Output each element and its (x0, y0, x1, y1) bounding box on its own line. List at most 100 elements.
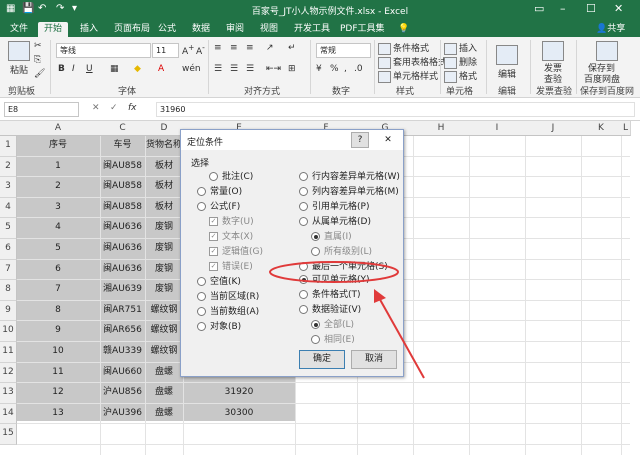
right-option[interactable]: 数据验证(V) (299, 302, 361, 315)
formula-input[interactable]: 31960 (156, 102, 635, 117)
ribbon-options-icon[interactable]: ▭ (534, 2, 544, 15)
cell-a[interactable]: 10 (16, 342, 100, 362)
maximize-icon[interactable]: ☐ (586, 2, 596, 15)
cell-a[interactable]: 7 (16, 280, 100, 300)
tab-insert[interactable]: 插入 (74, 22, 104, 37)
cell-a[interactable]: 4 (16, 218, 100, 238)
italic-icon[interactable]: I (72, 64, 75, 74)
row-header[interactable]: 5 (0, 218, 17, 239)
cell-c[interactable]: 闽AR751 (100, 301, 145, 321)
tab-developer[interactable]: 开发工具 (288, 22, 336, 37)
right-option[interactable]: 从属单元格(D) (299, 214, 371, 227)
bold-icon[interactable]: B (58, 64, 65, 74)
font-name-box[interactable]: 等线 (56, 43, 151, 58)
row-header[interactable]: 1 (0, 136, 17, 157)
align-top-icon[interactable]: ≡ (214, 43, 222, 53)
left-option[interactable]: 批注(C) (209, 169, 253, 182)
editing-icon[interactable] (496, 45, 518, 65)
cell-c[interactable]: 闽AU858 (100, 177, 145, 197)
col-header-l[interactable]: L (621, 121, 631, 136)
tab-data[interactable]: 数据 (186, 22, 216, 37)
insert-function-icon[interactable]: fx (128, 103, 137, 113)
cut-icon[interactable]: ✂ (34, 41, 42, 51)
merge-center-icon[interactable]: ⊞ (288, 64, 296, 74)
paste-label[interactable]: 粘贴 (10, 63, 28, 76)
copy-icon[interactable]: ⎘ (34, 55, 41, 65)
right-option[interactable]: 行内容差异单元格(W) (299, 169, 400, 182)
redo-icon[interactable]: ↷ (56, 3, 64, 14)
customize-qat-icon[interactable]: ▾ (72, 3, 77, 14)
editing-label[interactable]: 编辑 (498, 67, 516, 80)
cell-a[interactable]: 序号 (16, 136, 100, 156)
font-size-box[interactable]: 11 (152, 43, 179, 58)
cancel-formula-icon[interactable]: ✕ (92, 103, 100, 113)
comma-icon[interactable]: , (344, 64, 347, 74)
cell-d[interactable]: 板材 (145, 157, 183, 177)
cell-c[interactable]: 沪AU396 (100, 404, 145, 424)
cell-d[interactable]: 螺纹钢 (145, 301, 183, 321)
indent-icon[interactable]: ⇤⇥ (266, 64, 281, 74)
cell-c[interactable]: 闽AU858 (100, 157, 145, 177)
cell-a[interactable]: 11 (16, 363, 100, 383)
cell-c[interactable]: 闽AU636 (100, 218, 145, 238)
cell-e[interactable]: 30300 (183, 404, 295, 424)
tab-file[interactable]: 文件 (4, 22, 34, 37)
cell-d[interactable]: 板材 (145, 177, 183, 197)
cell-d[interactable]: 螺纹钢 (145, 342, 183, 362)
cancel-button[interactable]: 取消 (351, 350, 397, 369)
cell-a[interactable]: 13 (16, 404, 100, 424)
cell-a[interactable]: 9 (16, 321, 100, 341)
col-header-d[interactable]: D (145, 121, 184, 136)
align-bottom-icon[interactable]: ≡ (246, 43, 254, 53)
baidu-netdisk-icon[interactable] (596, 41, 618, 61)
cell-d[interactable]: 盘螺 (145, 363, 183, 383)
right-option[interactable]: 可见单元格(Y) (299, 272, 370, 285)
cell-c[interactable] (100, 424, 145, 444)
insert-cells-button[interactable]: 插入 (444, 41, 477, 55)
col-header-a[interactable]: A (16, 121, 101, 136)
border-icon[interactable]: ▦ (110, 64, 119, 74)
cell-d[interactable]: 盘螺 (145, 383, 183, 403)
row-header[interactable]: 13 (0, 383, 17, 404)
left-option[interactable]: 公式(F) (197, 199, 240, 212)
row-header[interactable]: 11 (0, 342, 17, 363)
cell-a[interactable]: 5 (16, 239, 100, 259)
cell-c[interactable]: 沪AU856 (100, 383, 145, 403)
save-icon[interactable]: 💾 (22, 3, 34, 14)
cell-c[interactable]: 闽AU660 (100, 363, 145, 383)
align-left-icon[interactable]: ☰ (214, 64, 222, 74)
fill-color-icon[interactable]: ◆ (134, 64, 141, 74)
row-header[interactable]: 10 (0, 321, 17, 342)
select-all-corner[interactable] (0, 121, 17, 136)
shrink-font-icon[interactable]: A- (196, 43, 205, 57)
name-box[interactable]: E8 (4, 102, 79, 117)
paste-icon[interactable] (8, 41, 30, 61)
tab-page-layout[interactable]: 页面布局 (108, 22, 156, 37)
cell-d[interactable]: 废钢 (145, 239, 183, 259)
align-right-icon[interactable]: ☰ (246, 64, 254, 74)
left-option[interactable]: 当前区域(R) (197, 289, 259, 302)
right-option[interactable]: 列内容差异单元格(M) (299, 184, 399, 197)
cell-a[interactable]: 12 (16, 383, 100, 403)
tab-home[interactable]: 开始 (38, 22, 69, 37)
minimize-icon[interactable]: – (560, 2, 566, 15)
cell-d[interactable]: 板材 (145, 198, 183, 218)
row-header[interactable]: 4 (0, 197, 17, 219)
col-header-k[interactable]: K (581, 121, 622, 136)
currency-icon[interactable]: ¥ (316, 64, 322, 74)
left-option[interactable]: 当前数组(A) (197, 304, 259, 317)
col-header-j[interactable]: J (525, 121, 582, 136)
cell-c[interactable]: 车号 (100, 136, 145, 156)
orientation-icon[interactable]: ↗ (266, 43, 274, 53)
format-as-table-button[interactable]: 套用表格格式 (378, 55, 447, 69)
enter-formula-icon[interactable]: ✓ (110, 103, 118, 113)
right-option[interactable]: 条件格式(T) (299, 287, 361, 300)
cell-d[interactable] (145, 424, 183, 444)
col-header-h[interactable]: H (413, 121, 470, 136)
cell-d[interactable]: 盘螺 (145, 404, 183, 424)
right-option[interactable]: 引用单元格(P) (299, 199, 369, 212)
cell-c[interactable]: 赣AU339 (100, 342, 145, 362)
cell-a[interactable]: 8 (16, 301, 100, 321)
row-header[interactable]: 2 (0, 156, 17, 178)
row-header[interactable]: 12 (0, 362, 17, 384)
